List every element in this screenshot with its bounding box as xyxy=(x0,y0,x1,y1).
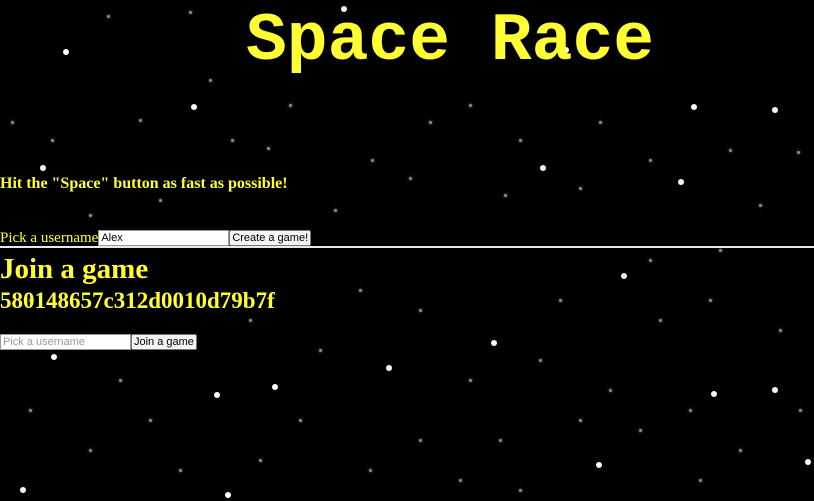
star-decoration xyxy=(88,448,92,452)
star-decoration xyxy=(88,213,92,217)
star-decoration xyxy=(491,340,497,346)
star-decoration xyxy=(40,165,46,171)
star-decoration xyxy=(288,103,292,107)
star-decoration xyxy=(358,288,362,292)
star-decoration xyxy=(608,388,612,392)
star-decoration xyxy=(50,138,54,142)
star-decoration xyxy=(518,488,522,492)
star-decoration xyxy=(225,492,231,498)
star-decoration xyxy=(518,138,522,142)
star-decoration xyxy=(386,365,392,371)
star-decoration xyxy=(230,138,234,142)
star-decoration xyxy=(178,468,182,472)
star-decoration xyxy=(28,408,32,412)
star-decoration xyxy=(596,462,602,468)
star-decoration xyxy=(503,193,507,197)
star-decoration xyxy=(266,146,270,150)
create-game-form: Pick a username Create a game! xyxy=(0,229,312,247)
star-decoration xyxy=(678,179,684,185)
star-decoration xyxy=(772,387,778,393)
star-decoration xyxy=(148,418,152,422)
star-decoration xyxy=(558,298,562,302)
page-title: Space Race xyxy=(246,3,655,80)
star-decoration xyxy=(368,468,372,472)
star-decoration xyxy=(648,158,652,162)
star-decoration xyxy=(728,148,732,152)
star-decoration xyxy=(248,318,252,322)
star-decoration xyxy=(272,384,278,390)
star-decoration xyxy=(648,258,652,262)
star-decoration xyxy=(621,273,627,279)
star-decoration xyxy=(408,176,412,180)
star-decoration xyxy=(10,120,14,124)
star-decoration xyxy=(578,418,582,422)
star-decoration xyxy=(318,348,322,352)
star-decoration xyxy=(468,103,472,107)
create-game-button[interactable]: Create a game! xyxy=(229,230,312,246)
star-decoration xyxy=(458,478,462,482)
star-decoration xyxy=(468,378,472,382)
star-decoration xyxy=(698,478,702,482)
username-label: Pick a username xyxy=(0,230,99,246)
join-game-form: Join a game xyxy=(0,333,197,351)
star-decoration xyxy=(540,165,546,171)
star-decoration xyxy=(796,150,800,154)
join-game-heading: Join a game xyxy=(0,253,149,285)
star-decoration xyxy=(798,408,802,412)
join-username-input[interactable] xyxy=(0,334,131,350)
star-decoration xyxy=(258,458,262,462)
star-decoration xyxy=(658,318,662,322)
star-decoration xyxy=(738,448,742,452)
star-decoration xyxy=(333,208,337,212)
star-decoration xyxy=(578,186,582,190)
star-decoration xyxy=(688,408,692,412)
star-decoration xyxy=(711,391,717,397)
star-decoration xyxy=(370,158,374,162)
tagline: Hit the "Space" button as fast as possib… xyxy=(0,175,288,192)
star-decoration xyxy=(778,328,782,332)
star-decoration xyxy=(188,10,192,14)
star-decoration xyxy=(298,418,302,422)
star-decoration xyxy=(428,120,432,124)
star-decoration xyxy=(691,104,697,110)
star-decoration xyxy=(418,308,422,312)
star-decoration xyxy=(758,203,762,207)
game-id: 580148657c312d0010d79b7f xyxy=(0,288,275,313)
star-decoration xyxy=(498,438,502,442)
section-divider xyxy=(0,246,814,248)
star-decoration xyxy=(158,198,162,202)
star-decoration xyxy=(805,459,811,465)
star-decoration xyxy=(63,49,69,55)
star-decoration xyxy=(772,107,778,113)
username-input[interactable] xyxy=(98,230,230,246)
join-game-button[interactable]: Join a game xyxy=(131,334,197,350)
star-decoration xyxy=(191,104,197,110)
star-decoration xyxy=(598,120,602,124)
star-decoration xyxy=(20,487,26,493)
star-decoration xyxy=(718,248,722,252)
star-decoration xyxy=(638,428,642,432)
star-decoration xyxy=(51,354,57,360)
star-decoration xyxy=(208,78,212,82)
star-decoration xyxy=(214,392,220,398)
star-decoration xyxy=(418,438,422,442)
star-decoration xyxy=(708,298,712,302)
star-decoration xyxy=(106,14,110,18)
star-decoration xyxy=(138,118,142,122)
star-decoration xyxy=(118,378,122,382)
star-decoration xyxy=(538,358,542,362)
